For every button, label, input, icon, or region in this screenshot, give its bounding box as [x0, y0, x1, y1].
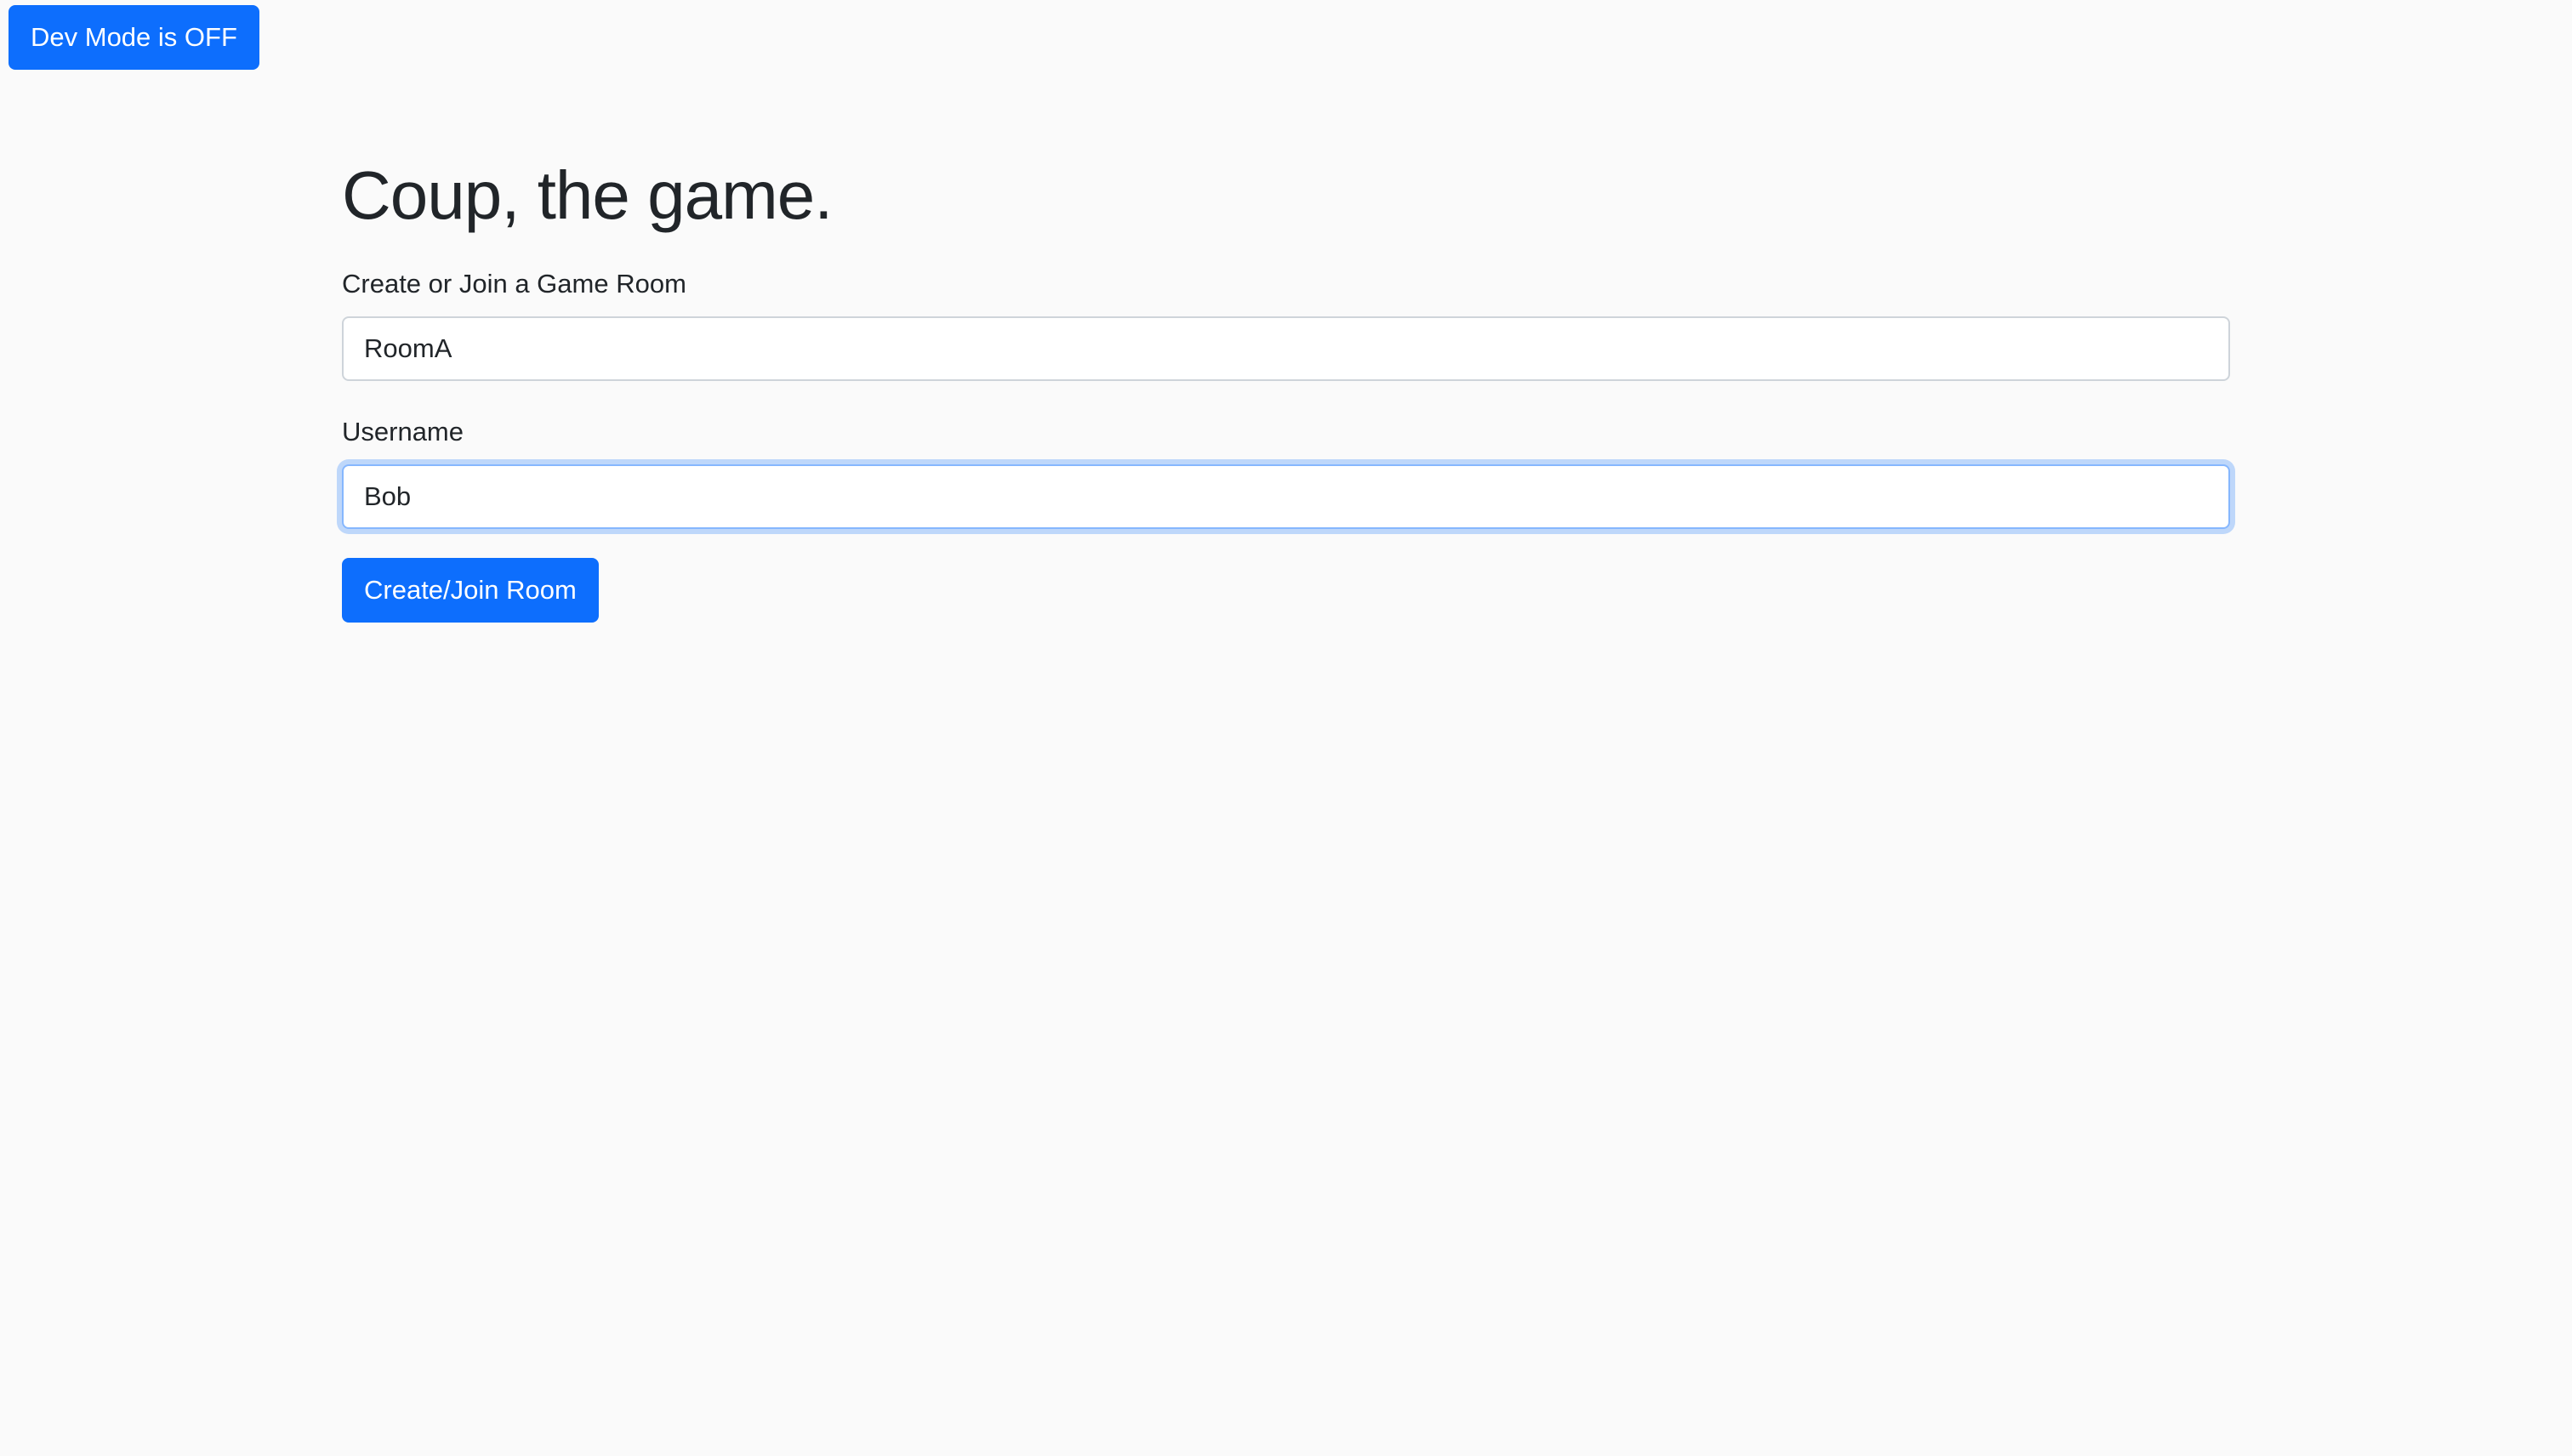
- room-field-label: Create or Join a Game Room: [342, 269, 686, 299]
- username-field-label: Username: [342, 417, 464, 446]
- room-input[interactable]: [342, 316, 2230, 381]
- username-input[interactable]: [342, 464, 2230, 529]
- dev-mode-toggle-button[interactable]: Dev Mode is OFF: [9, 5, 259, 70]
- create-join-room-button[interactable]: Create/Join Room: [342, 558, 599, 623]
- page-title: Coup, the game.: [342, 157, 833, 233]
- join-form: Coup, the game. Create or Join a Game Ro…: [342, 145, 2230, 623]
